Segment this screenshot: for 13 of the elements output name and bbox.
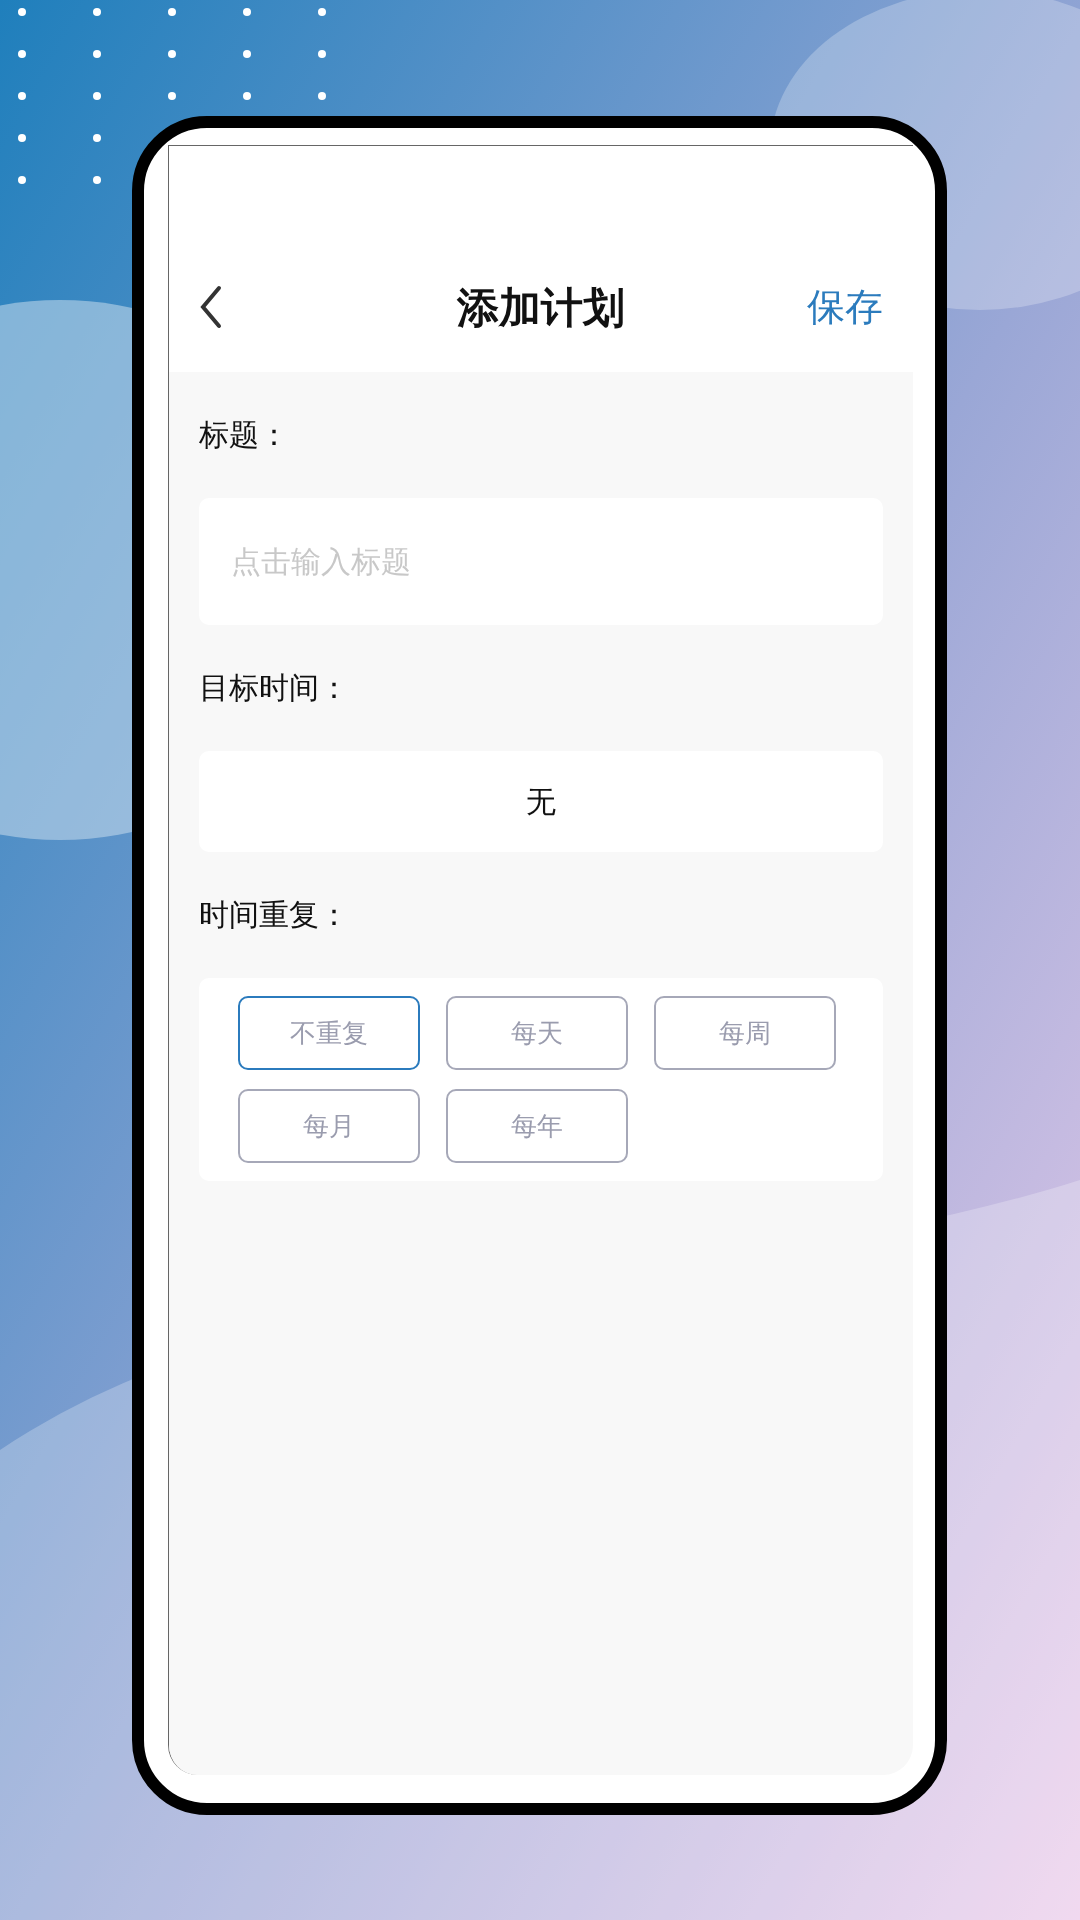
page-title: 添加计划: [457, 281, 625, 334]
back-icon: [199, 285, 223, 329]
repeat-option[interactable]: 每周: [654, 996, 836, 1070]
repeat-option[interactable]: 每天: [446, 996, 628, 1070]
field-label: 标题：: [199, 416, 290, 454]
field-label: 目标时间：: [199, 669, 350, 707]
repeat-option[interactable]: 每年: [446, 1089, 628, 1163]
repeat-option[interactable]: 每月: [238, 1089, 420, 1163]
time-select-field[interactable]: 无: [199, 751, 883, 852]
back-button[interactable]: [199, 285, 223, 329]
save-button[interactable]: 保存: [807, 278, 883, 336]
repeat-option[interactable]: 不重复: [238, 996, 420, 1070]
field-label: 时间重复：: [199, 896, 350, 934]
